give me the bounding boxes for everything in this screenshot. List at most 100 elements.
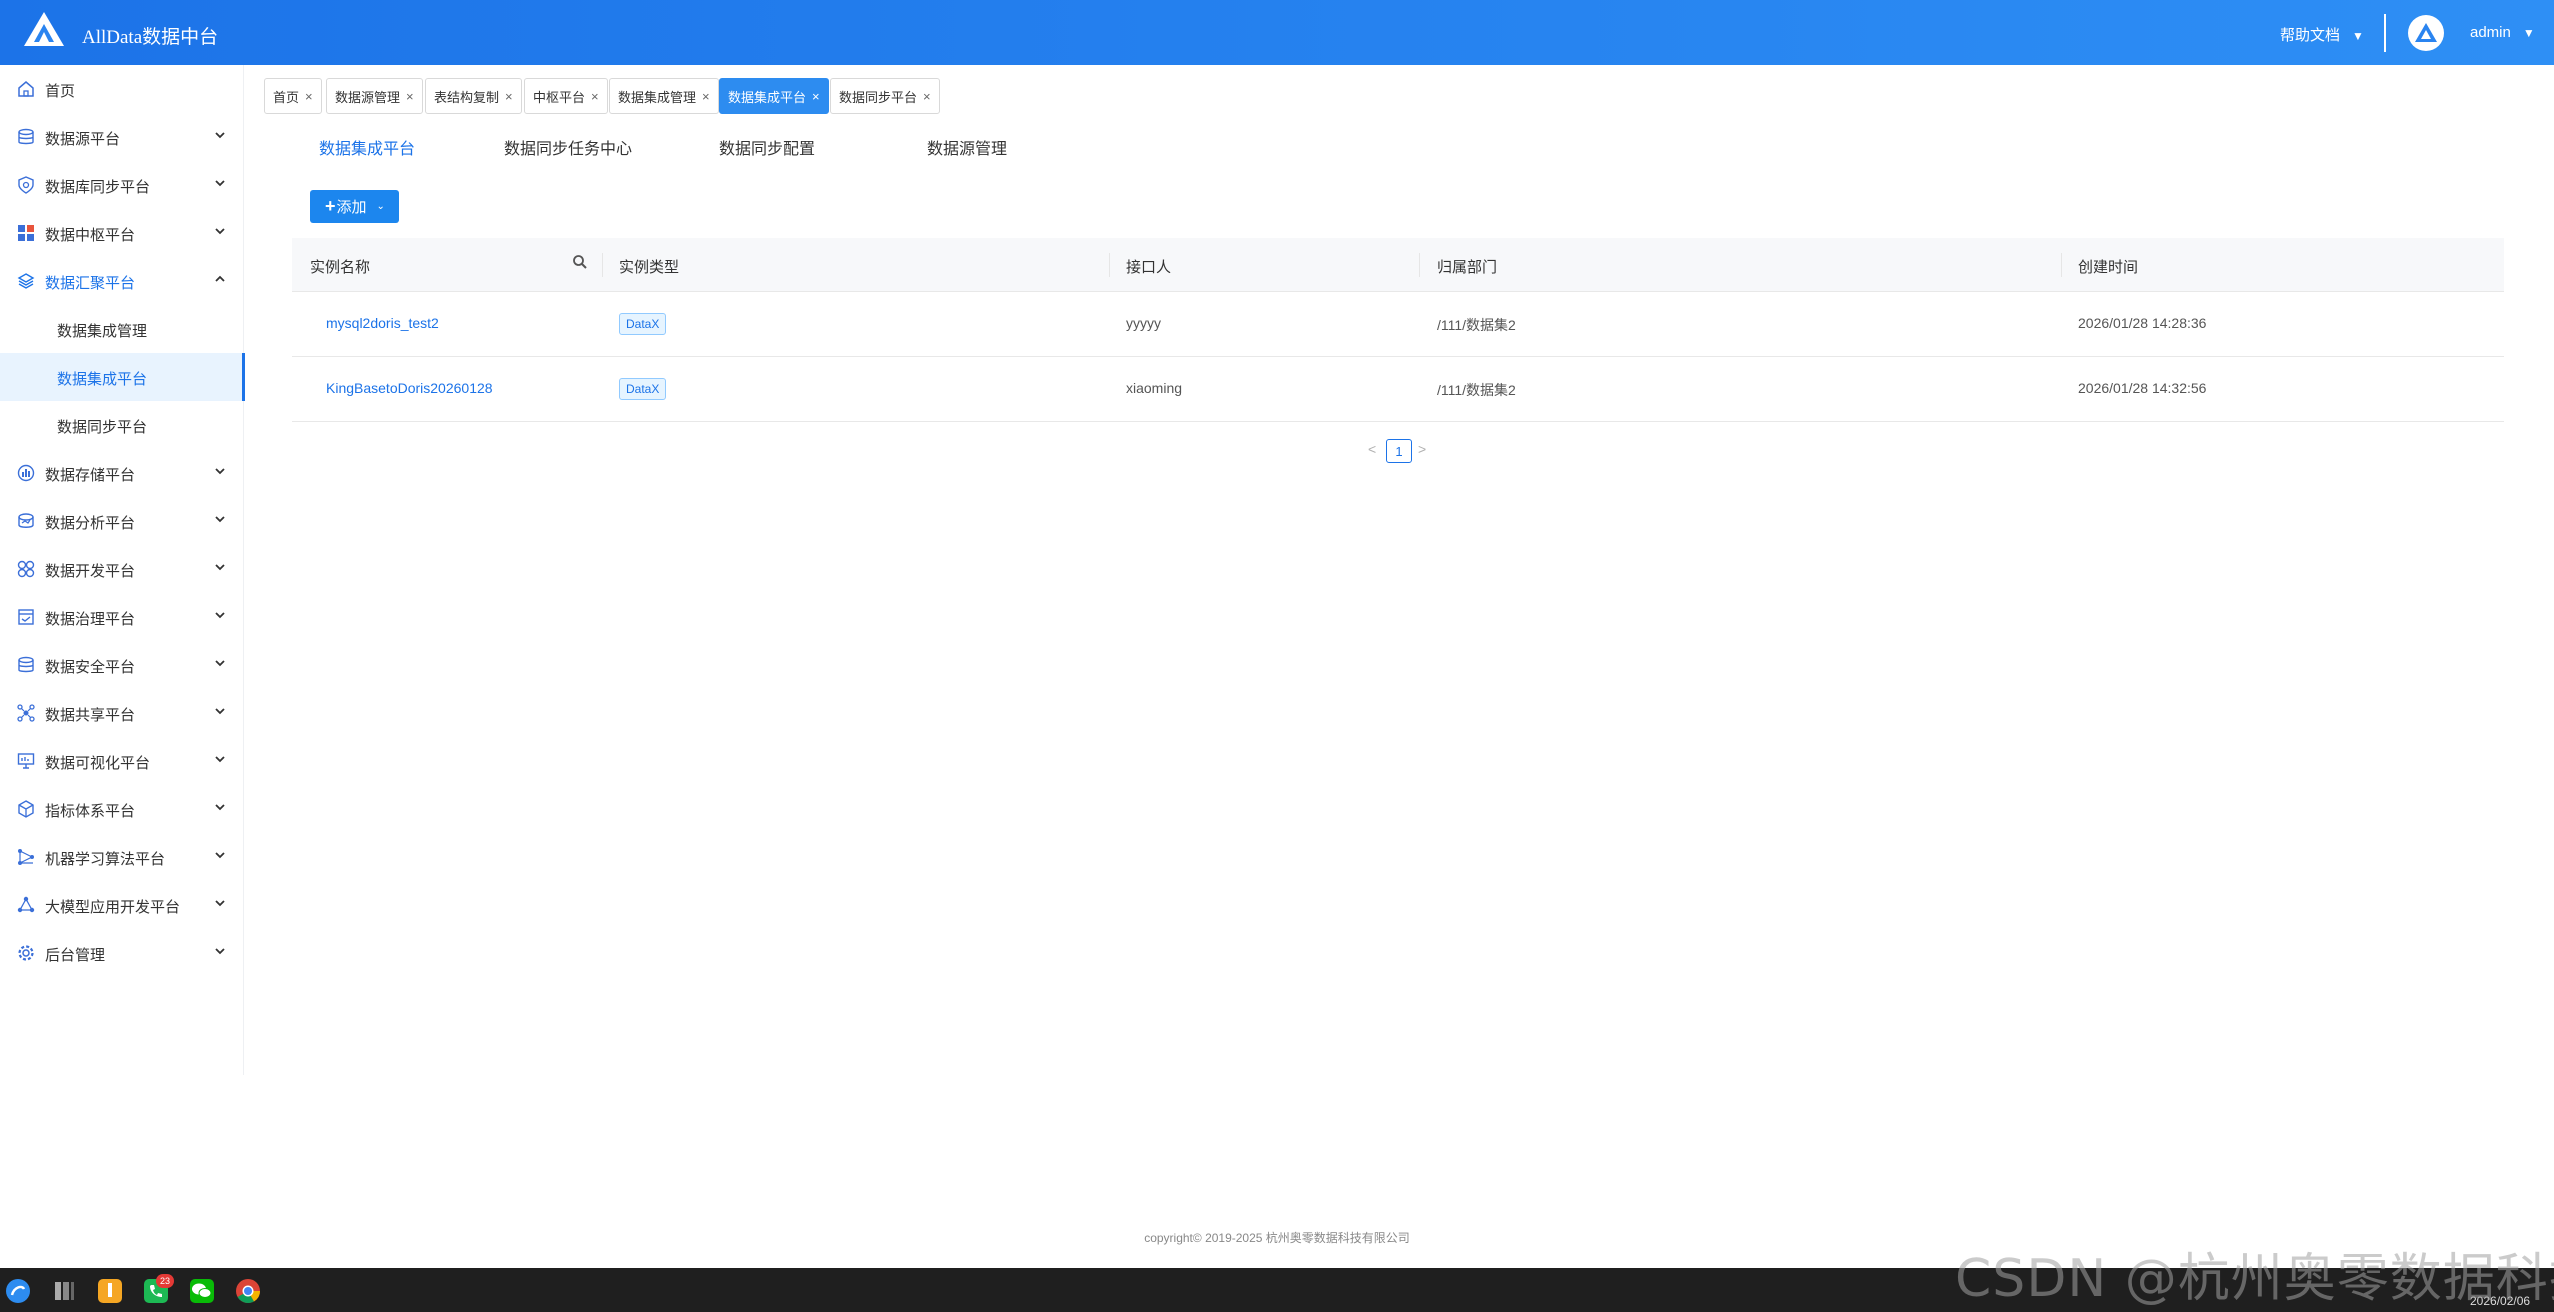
table-row: mysql2doris_test2 DataX yyyyy /111/数据集2 … bbox=[292, 292, 2504, 357]
layers-icon bbox=[17, 273, 35, 289]
chevron-down-icon bbox=[215, 228, 225, 235]
pagination-next-button[interactable]: > bbox=[1418, 441, 1426, 457]
sidebar-item-storage[interactable]: 数据存储平台 bbox=[0, 449, 244, 497]
sidebar-item-data-hub[interactable]: 数据中枢平台 bbox=[0, 209, 244, 257]
sidebar-item-datasource[interactable]: 数据源平台 bbox=[0, 113, 244, 161]
close-icon[interactable]: × bbox=[505, 89, 513, 104]
sidebar-item-analysis[interactable]: 数据分析平台 bbox=[0, 497, 244, 545]
sidebar-item-data-aggregation[interactable]: 数据汇聚平台 bbox=[0, 257, 244, 305]
tag-label: 数据集成平台 bbox=[728, 89, 807, 105]
plus-icon: + bbox=[325, 196, 336, 216]
assistant-icon[interactable] bbox=[4, 1277, 32, 1305]
chevron-down-icon bbox=[215, 660, 225, 667]
sidebar-item-label: 机器学习算法平台 bbox=[45, 851, 166, 868]
monitor-icon bbox=[17, 753, 35, 769]
cube-icon bbox=[18, 800, 34, 818]
user-menu[interactable]: admin ▼ bbox=[2470, 24, 2535, 41]
instance-name-link[interactable]: KingBasetoDoris20260128 bbox=[326, 380, 493, 396]
tag-label: 数据同步平台 bbox=[839, 89, 918, 105]
column-divider bbox=[1419, 253, 1420, 277]
tab-sync-config[interactable]: 数据同步配置 bbox=[719, 135, 815, 159]
column-divider bbox=[602, 253, 603, 277]
sidebar-item-sharing[interactable]: 数据共享平台 bbox=[0, 689, 244, 737]
table-row: KingBasetoDoris20260128 DataX xiaoming /… bbox=[292, 357, 2504, 422]
storage-icon bbox=[17, 464, 35, 482]
sidebar-subitem-integration-platform[interactable]: 数据集成平台 bbox=[0, 353, 245, 401]
sidebar-item-home[interactable]: 首页 bbox=[0, 65, 244, 113]
help-docs-link[interactable]: 帮助文档 ▼ bbox=[2280, 24, 2364, 45]
dev-icon bbox=[17, 560, 35, 578]
nodes-icon bbox=[17, 896, 35, 913]
pagination-page-button[interactable]: 1 bbox=[1386, 439, 1412, 463]
chevron-down-icon bbox=[215, 612, 225, 619]
sidebar-item-label: 数据中枢平台 bbox=[45, 227, 136, 244]
sidebar-item-label: 数据源平台 bbox=[45, 131, 121, 148]
sidebar-item-label: 数据可视化平台 bbox=[45, 755, 151, 772]
close-icon[interactable]: × bbox=[591, 89, 599, 104]
chevron-down-icon bbox=[215, 180, 225, 187]
instance-type-badge: DataX bbox=[619, 378, 667, 400]
created-time-cell: 2026/01/28 14:32:56 bbox=[2078, 380, 2207, 396]
sidebar-item-label: 大模型应用开发平台 bbox=[45, 899, 181, 916]
sidebar-item-visualization[interactable]: 数据可视化平台 bbox=[0, 737, 244, 785]
sidebar-item-label: 数据汇聚平台 bbox=[45, 275, 136, 292]
database-icon bbox=[18, 128, 34, 145]
tab-datasource-management[interactable]: 数据源管理 bbox=[927, 135, 1007, 159]
security-icon bbox=[18, 656, 34, 673]
chevron-down-icon bbox=[215, 564, 225, 571]
avatar[interactable] bbox=[2408, 15, 2444, 51]
sidebar-item-label: 数据库同步平台 bbox=[45, 179, 151, 196]
tag-datasource-management[interactable]: 数据源管理 × bbox=[326, 78, 423, 114]
tab-sync-task-center[interactable]: 数据同步任务中心 bbox=[504, 135, 632, 159]
tag-integration-platform[interactable]: 数据集成平台 × bbox=[719, 78, 829, 114]
sidebar-item-metrics[interactable]: 指标体系平台 bbox=[0, 785, 244, 833]
sidebar-item-label: 首页 bbox=[45, 83, 76, 100]
add-button[interactable]: + 添加 ⌄ bbox=[310, 190, 399, 223]
close-icon[interactable]: × bbox=[305, 89, 313, 104]
notification-badge: 23 bbox=[156, 1274, 174, 1288]
tag-home[interactable]: 首页 × bbox=[264, 78, 322, 114]
alldata-logo-icon[interactable] bbox=[22, 10, 66, 50]
wechat-icon[interactable] bbox=[188, 1277, 216, 1305]
chevron-down-icon bbox=[215, 132, 225, 139]
sidebar-item-development[interactable]: 数据开发平台 bbox=[0, 545, 244, 593]
search-icon[interactable] bbox=[572, 254, 588, 270]
table-header: 实例名称 实例类型 接口人 归属部门 创建时间 bbox=[292, 238, 2504, 292]
instance-type-badge: DataX bbox=[619, 313, 667, 335]
tag-sync-platform[interactable]: 数据同步平台 × bbox=[830, 78, 940, 114]
add-button-label: 添加 bbox=[336, 199, 367, 216]
files-icon[interactable] bbox=[50, 1277, 78, 1305]
close-icon[interactable]: × bbox=[406, 89, 414, 104]
tag-table-copy[interactable]: 表结构复制 × bbox=[425, 78, 522, 114]
sidebar-item-label: 数据治理平台 bbox=[45, 611, 136, 628]
contact-cell: xiaoming bbox=[1126, 380, 1183, 396]
tab-integration-platform[interactable]: 数据集成平台 bbox=[319, 135, 415, 159]
contact-cell: yyyyy bbox=[1126, 315, 1161, 331]
close-icon[interactable]: × bbox=[702, 89, 710, 104]
chevron-down-icon bbox=[215, 516, 225, 523]
column-header-type: 实例类型 bbox=[619, 259, 680, 276]
close-icon[interactable]: × bbox=[812, 89, 820, 104]
tag-hub-platform[interactable]: 中枢平台 × bbox=[524, 78, 608, 114]
sidebar-item-db-sync[interactable]: 数据库同步平台 bbox=[0, 161, 244, 209]
sidebar-item-llm-development[interactable]: 大模型应用开发平台 bbox=[0, 881, 244, 929]
share-icon bbox=[17, 704, 35, 722]
sidebar-item-security[interactable]: 数据安全平台 bbox=[0, 641, 244, 689]
chevron-down-icon bbox=[215, 708, 225, 715]
sidebar-item-admin[interactable]: 后台管理 bbox=[0, 929, 244, 977]
sidebar-subitem-label: 数据同步平台 bbox=[57, 419, 148, 436]
sidebar-item-label: 数据分析平台 bbox=[45, 515, 136, 532]
pagination-prev-button[interactable]: < bbox=[1368, 441, 1376, 457]
tag-integration-management[interactable]: 数据集成管理 × bbox=[609, 78, 719, 114]
sidebar-subitem-sync-platform[interactable]: 数据同步平台 bbox=[0, 401, 244, 449]
sidebar-item-governance[interactable]: 数据治理平台 bbox=[0, 593, 244, 641]
chrome-icon[interactable] bbox=[234, 1277, 262, 1305]
sidebar-item-machine-learning[interactable]: 机器学习算法平台 bbox=[0, 833, 244, 881]
tag-label: 数据源管理 bbox=[335, 89, 401, 105]
sidebar-item-label: 数据安全平台 bbox=[45, 659, 136, 676]
close-icon[interactable]: × bbox=[923, 89, 931, 104]
notes-icon[interactable] bbox=[96, 1277, 124, 1305]
sidebar-item-label: 后台管理 bbox=[45, 947, 106, 964]
instance-name-link[interactable]: mysql2doris_test2 bbox=[326, 315, 439, 331]
sidebar-subitem-integration-management[interactable]: 数据集成管理 bbox=[0, 305, 244, 353]
